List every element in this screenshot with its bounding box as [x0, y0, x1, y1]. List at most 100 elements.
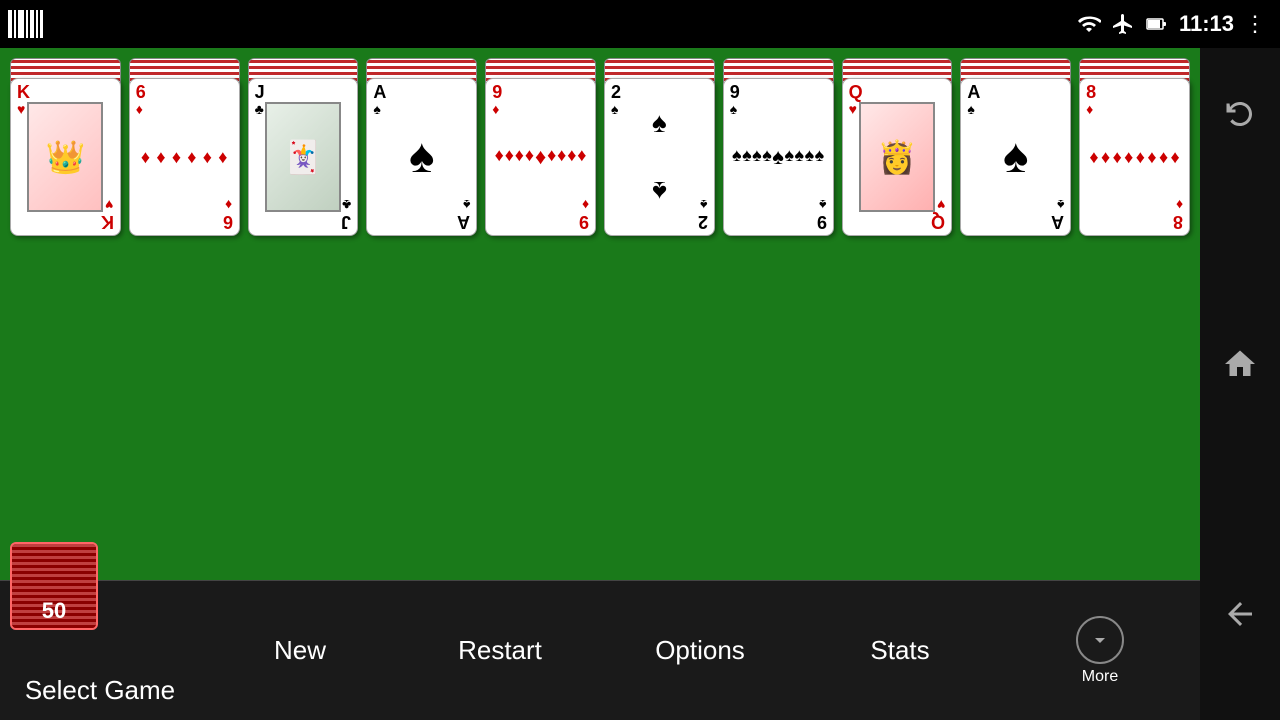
restart-button[interactable]: Restart [400, 581, 600, 720]
new-label: New [274, 635, 326, 666]
nav-bar [1200, 48, 1280, 720]
card-column-2[interactable]: 6 ♦ ♦♦ ♦♦ ♦♦ 6 ♦ [129, 58, 240, 238]
stats-button[interactable]: Stats [800, 581, 1000, 720]
rotate-icon [1222, 96, 1258, 132]
back-button[interactable] [1214, 588, 1266, 640]
more-label: More [1082, 668, 1118, 686]
card-suit-bottom: ♦ [582, 197, 589, 213]
status-bar: 11:13 ⋮ [0, 0, 1280, 48]
options-button[interactable]: Options [600, 581, 800, 720]
card-stack-9: A ♠ ♠ A ♠ [960, 58, 1071, 236]
card-rank-top: A [967, 83, 980, 101]
card-rank-top: A [373, 83, 386, 101]
stats-label: Stats [870, 635, 929, 666]
card-rank-bottom: 9 [579, 213, 589, 231]
card-stack-8: Q ♥ 👸 Q ♥ [842, 58, 953, 236]
card-rank-top: 2 [611, 83, 621, 101]
card-suit-bottom: ♥ [105, 197, 113, 213]
bottom-bar: 50 Select Game New Restart Options Stats [0, 580, 1200, 720]
card-suit-bottom: ♠ [463, 197, 470, 213]
select-game-button[interactable]: 50 Select Game [0, 581, 200, 720]
card-column-8[interactable]: Q ♥ 👸 Q ♥ [842, 58, 953, 238]
card-column-7[interactable]: 9 ♠ ♠♠ ♠♠ ♠ ♠♠ ♠♠ 9 ♠ [723, 58, 834, 238]
card-column-3[interactable]: J ♣ 🃏 J ♣ [248, 58, 359, 238]
wifi-icon [1077, 12, 1101, 36]
card-rank-bottom: 6 [223, 213, 233, 231]
card-pips: ♠ ♠ [613, 109, 706, 205]
card-stack-7: 9 ♠ ♠♠ ♠♠ ♠ ♠♠ ♠♠ 9 ♠ [723, 58, 834, 236]
card-stack-4: A ♠ ♠ A ♠ [366, 58, 477, 236]
overflow-menu-icon[interactable]: ⋮ [1244, 11, 1268, 37]
game-number-preview: 50 [10, 542, 98, 630]
card-stack-6: 2 ♠ ♠ ♠ 2 ♠ [604, 58, 715, 236]
card-column-5[interactable]: 9 ♦ ♦♦ ♦♦ ♦ ♦♦ ♦♦ 9 ♦ [485, 58, 596, 238]
battery-icon [1145, 12, 1169, 36]
restart-label: Restart [458, 635, 542, 666]
card-king-hearts[interactable]: K ♥ 👑 K ♥ [10, 78, 121, 236]
card-suit-top: ♠ [967, 101, 974, 117]
card-suit-bottom: ♠ [819, 197, 826, 213]
game-number: 50 [42, 598, 66, 624]
card-rank-bottom: J [341, 213, 351, 231]
card-suit-bottom: ♦ [1176, 197, 1183, 213]
card-rank-bottom: 2 [698, 213, 708, 231]
card-column-6[interactable]: 2 ♠ ♠ ♠ 2 ♠ [604, 58, 715, 238]
select-game-label: Select Game [25, 675, 175, 706]
chevron-down-icon [1088, 628, 1112, 652]
card-8-diamonds[interactable]: 8 ♦ ♦♦ ♦♦ ♦♦ ♦♦ 8 ♦ [1079, 78, 1190, 236]
card-stack-10: 8 ♦ ♦♦ ♦♦ ♦♦ ♦♦ 8 ♦ [1079, 58, 1190, 236]
card-column-1[interactable]: K ♥ 👑 K ♥ [10, 58, 121, 238]
card-rank-top: 6 [136, 83, 146, 101]
card-jack-clubs[interactable]: J ♣ 🃏 J ♣ [248, 78, 359, 236]
card-9-diamonds[interactable]: 9 ♦ ♦♦ ♦♦ ♦ ♦♦ ♦♦ 9 ♦ [485, 78, 596, 236]
home-button[interactable] [1214, 338, 1266, 390]
card-stack-1: K ♥ 👑 K ♥ [10, 58, 121, 236]
card-column-10[interactable]: 8 ♦ ♦♦ ♦♦ ♦♦ ♦♦ 8 ♦ [1079, 58, 1190, 238]
card-rank-top: 9 [492, 83, 502, 101]
options-label: Options [655, 635, 745, 666]
columns-area: K ♥ 👑 K ♥ 6 ♦ [10, 58, 1190, 238]
status-bar-left [8, 10, 43, 38]
card-pips: ♦♦ ♦♦ ♦ ♦♦ ♦♦ [494, 109, 587, 205]
card-column-4[interactable]: A ♠ ♠ A ♠ [366, 58, 477, 238]
card-rank-bottom: K [101, 213, 114, 231]
more-button[interactable]: More [1000, 581, 1200, 720]
airplane-icon [1111, 12, 1135, 36]
card-ace-spades-2[interactable]: A ♠ ♠ A ♠ [960, 78, 1071, 236]
card-rank-bottom: A [457, 213, 470, 231]
card-2-spades[interactable]: 2 ♠ ♠ ♠ 2 ♠ [604, 78, 715, 236]
card-queen-hearts[interactable]: Q ♥ 👸 Q ♥ [842, 78, 953, 236]
card-suit-bottom: ♥ [937, 197, 945, 213]
card-9-spades[interactable]: 9 ♠ ♠♠ ♠♠ ♠ ♠♠ ♠♠ 9 ♠ [723, 78, 834, 236]
rotate-button[interactable] [1214, 88, 1266, 140]
new-button[interactable]: New [200, 581, 400, 720]
card-rank-bottom: 9 [817, 213, 827, 231]
card-suit-bottom: ♣ [342, 197, 351, 213]
card-ace-spades[interactable]: A ♠ ♠ A ♠ [366, 78, 477, 236]
game-area: K ♥ 👑 K ♥ 6 ♦ [0, 48, 1200, 720]
card-rank-top: 9 [730, 83, 740, 101]
card-center: ♠ [409, 133, 435, 181]
more-circle-icon [1076, 616, 1124, 664]
card-rank-bottom: Q [931, 213, 945, 231]
card-center: ♠ [1003, 133, 1029, 181]
card-suit-top: ♠ [373, 101, 380, 117]
clock: 11:13 [1179, 11, 1234, 37]
card-stack-5: 9 ♦ ♦♦ ♦♦ ♦ ♦♦ ♦♦ 9 ♦ [485, 58, 596, 236]
back-icon [1222, 596, 1258, 632]
card-suit-bottom: ♦ [225, 197, 232, 213]
card-pips: ♦♦ ♦♦ ♦♦ [138, 109, 231, 205]
card-column-9[interactable]: A ♠ ♠ A ♠ [960, 58, 1071, 238]
card-suit-bottom: ♠ [1057, 197, 1064, 213]
card-stack-2: 6 ♦ ♦♦ ♦♦ ♦♦ 6 ♦ [129, 58, 240, 236]
home-icon [1222, 346, 1258, 382]
card-pips: ♠♠ ♠♠ ♠ ♠♠ ♠♠ [732, 109, 825, 205]
card-rank-top: 8 [1086, 83, 1096, 101]
card-suit-bottom: ♠ [700, 197, 707, 213]
barcode-icon [8, 10, 43, 38]
card-6-diamonds[interactable]: 6 ♦ ♦♦ ♦♦ ♦♦ 6 ♦ [129, 78, 240, 236]
status-bar-right: 11:13 ⋮ [1077, 11, 1268, 37]
card-rank-bottom: A [1051, 213, 1064, 231]
card-pips: ♦♦ ♦♦ ♦♦ ♦♦ [1088, 109, 1181, 205]
card-stack-3: J ♣ 🃏 J ♣ [248, 58, 359, 236]
